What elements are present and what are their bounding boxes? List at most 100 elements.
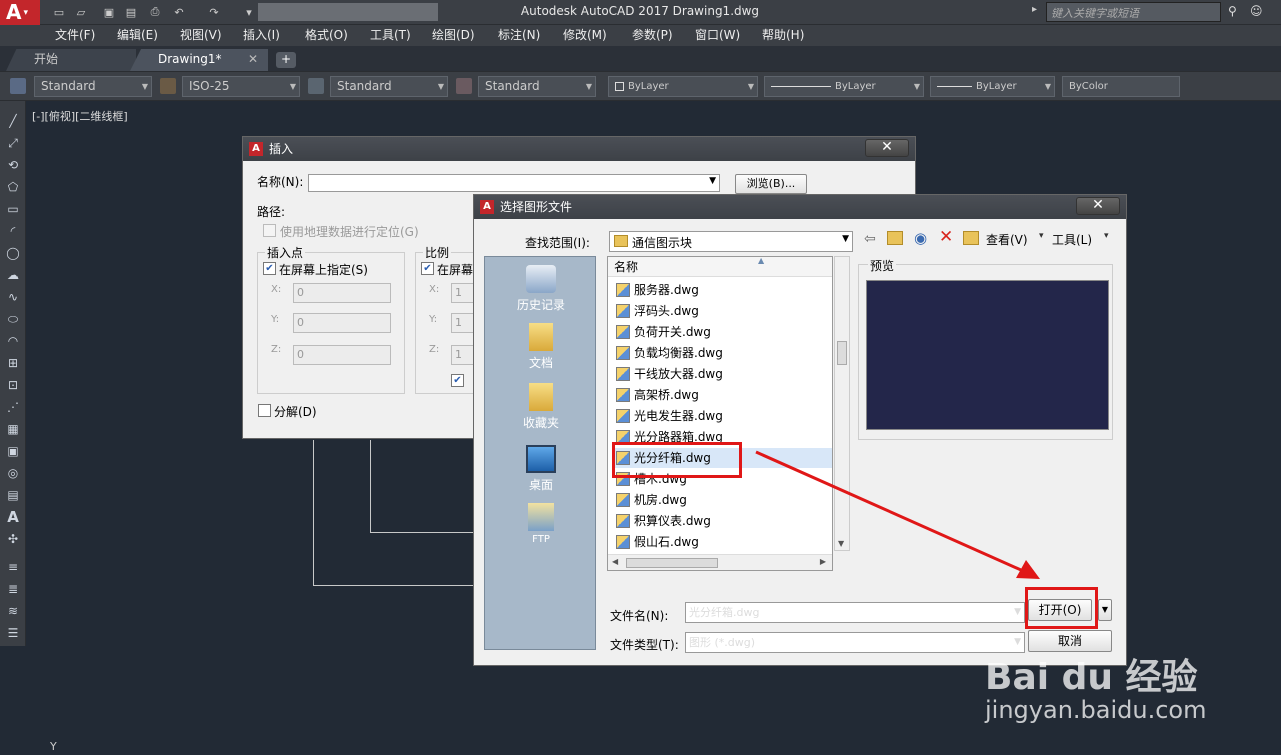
search-expand-icon[interactable]: ▸ bbox=[1032, 4, 1037, 15]
place-ftp[interactable]: FTP bbox=[485, 503, 597, 545]
user-icon[interactable]: ☺ bbox=[1250, 4, 1263, 18]
place-favorites[interactable]: 收藏夹 bbox=[485, 383, 597, 431]
viewport-controls[interactable]: [-][俯视][二维线框] bbox=[32, 108, 128, 124]
menu-parametric[interactable]: 参数(P) bbox=[632, 26, 673, 44]
print-icon[interactable]: ⎙ bbox=[146, 3, 164, 21]
menu-tools[interactable]: 工具(T) bbox=[370, 26, 411, 44]
scroll-thumb[interactable] bbox=[837, 341, 847, 365]
dim-style-dropdown[interactable]: ISO-25 ▼ bbox=[182, 76, 300, 97]
uniform-scale-checkbox[interactable]: ✔ bbox=[451, 374, 464, 387]
tab-drawing1[interactable]: Drawing1* ✕ bbox=[130, 49, 268, 71]
lineweight-dropdown[interactable]: ByLayer ▼ bbox=[930, 76, 1055, 97]
customize-dropdown-icon[interactable]: ▾ bbox=[240, 3, 258, 21]
list-item[interactable]: 高架桥.dwg bbox=[614, 385, 832, 405]
region-icon[interactable]: ◎ bbox=[5, 465, 21, 481]
spline-icon[interactable]: ∿ bbox=[5, 289, 21, 305]
table-icon[interactable]: ▤ bbox=[5, 487, 21, 503]
up-folder-icon[interactable] bbox=[887, 231, 903, 245]
polygon-icon[interactable]: ⬠ bbox=[5, 179, 21, 195]
close-tab-icon[interactable]: ✕ bbox=[248, 49, 258, 70]
workspace-selector[interactable] bbox=[258, 3, 438, 21]
list-item[interactable]: 服务器.dwg bbox=[614, 280, 832, 300]
plotstyle-dropdown[interactable]: ByColor bbox=[1062, 76, 1180, 97]
layer-iso-icon[interactable]: ≋ bbox=[5, 603, 21, 619]
menu-modify[interactable]: 修改(M) bbox=[563, 26, 607, 44]
lookin-dropdown[interactable]: 通信图示块 ▼ bbox=[609, 231, 853, 252]
new-file-icon[interactable]: ▭ bbox=[50, 3, 68, 21]
save-icon[interactable]: ▣ bbox=[100, 3, 118, 21]
layer-icon[interactable]: ≡ bbox=[5, 559, 21, 575]
table-style-dropdown[interactable]: Standard ▼ bbox=[330, 76, 448, 97]
layer-match-icon[interactable]: ☰ bbox=[5, 625, 21, 641]
binoculars-icon[interactable]: ⚲ bbox=[1228, 4, 1237, 18]
insertion-z-input[interactable]: 0 bbox=[293, 345, 391, 365]
insertion-x-input[interactable]: 0 bbox=[293, 283, 391, 303]
new-folder-icon[interactable] bbox=[963, 231, 979, 245]
open-folder-icon[interactable]: ▱ bbox=[72, 3, 90, 21]
circle-icon[interactable]: ◯ bbox=[5, 245, 21, 261]
name-column-header[interactable]: 名称 ▲ bbox=[608, 257, 832, 277]
list-item[interactable]: 干线放大器.dwg bbox=[614, 364, 832, 384]
view-menu[interactable]: 查看(V) bbox=[986, 231, 1028, 248]
menu-draw[interactable]: 绘图(D) bbox=[432, 26, 475, 44]
scroll-left-icon[interactable]: ◀ bbox=[612, 557, 618, 566]
color-dropdown[interactable]: ByLayer ▼ bbox=[608, 76, 758, 97]
tools-menu[interactable]: 工具(L) bbox=[1052, 231, 1092, 248]
linetype-dropdown[interactable]: ByLayer ▼ bbox=[764, 76, 924, 97]
search-input[interactable]: 键入关键字或短语 bbox=[1046, 2, 1221, 22]
menu-edit[interactable]: 编辑(E) bbox=[117, 26, 158, 44]
explode-checkbox[interactable] bbox=[258, 404, 271, 417]
text-style-dropdown[interactable]: Standard ▼ bbox=[34, 76, 152, 97]
list-item[interactable]: 负载均衡器.dwg bbox=[614, 343, 832, 363]
hatch-icon[interactable]: ▦ bbox=[5, 421, 21, 437]
list-item[interactable]: 光电发生器.dwg bbox=[614, 406, 832, 426]
scale-y-input[interactable]: 1 bbox=[451, 313, 475, 333]
tab-start[interactable]: 开始 bbox=[6, 49, 136, 71]
browse-button[interactable]: 浏览(B)... bbox=[735, 174, 807, 194]
menu-format[interactable]: 格式(O) bbox=[305, 26, 348, 44]
search-web-icon[interactable]: ◉ bbox=[914, 229, 927, 247]
menu-help[interactable]: 帮助(H) bbox=[762, 26, 804, 44]
delete-icon[interactable]: ✕ bbox=[939, 227, 953, 247]
place-desktop[interactable]: 桌面 bbox=[485, 445, 597, 493]
construction-line-icon[interactable]: ⤢ bbox=[5, 135, 21, 151]
revcloud-icon[interactable]: ☁ bbox=[5, 267, 21, 283]
place-documents[interactable]: 文档 bbox=[485, 323, 597, 371]
mtext-icon[interactable]: A bbox=[5, 509, 21, 525]
text-style-icon[interactable] bbox=[10, 78, 26, 94]
open-options-dropdown[interactable]: ▼ bbox=[1098, 599, 1112, 621]
ellipse-icon[interactable]: ⬭ bbox=[5, 311, 21, 327]
make-block-icon[interactable]: ⊡ bbox=[5, 377, 21, 393]
geo-checkbox[interactable] bbox=[263, 224, 276, 237]
point-icon[interactable]: ⋰ bbox=[5, 399, 21, 415]
menu-insert[interactable]: 插入(I) bbox=[243, 26, 280, 44]
add-selected-icon[interactable]: ✣ bbox=[5, 531, 21, 547]
menu-file[interactable]: 文件(F) bbox=[55, 26, 95, 44]
view-dropdown-icon[interactable]: ▾ bbox=[1039, 231, 1044, 241]
ellipse-arc-icon[interactable]: ◠ bbox=[5, 333, 21, 349]
mleader-style-dropdown[interactable]: Standard ▼ bbox=[478, 76, 596, 97]
menu-window[interactable]: 窗口(W) bbox=[695, 26, 740, 44]
add-tab-button[interactable]: + bbox=[276, 52, 296, 68]
scroll-thumb[interactable] bbox=[626, 558, 718, 568]
undo-icon[interactable]: ↶ bbox=[170, 3, 188, 21]
table-style-icon[interactable] bbox=[308, 78, 324, 94]
rectangle-icon[interactable]: ▭ bbox=[5, 201, 21, 217]
filetype-dropdown[interactable]: 图形 (*.dwg) ▼ bbox=[685, 632, 1025, 653]
menu-view[interactable]: 视图(V) bbox=[180, 26, 222, 44]
line-tool-icon[interactable]: ╱ bbox=[5, 113, 21, 129]
layer-states-icon[interactable]: ≣ bbox=[5, 581, 21, 597]
insertion-onscreen-checkbox[interactable]: ✔ bbox=[263, 262, 276, 275]
insert-block-icon[interactable]: ⊞ bbox=[5, 355, 21, 371]
dim-style-icon[interactable] bbox=[160, 78, 176, 94]
list-item[interactable]: 负荷开关.dwg bbox=[614, 322, 832, 342]
redo-icon[interactable]: ↷ bbox=[205, 3, 223, 21]
menu-dimension[interactable]: 标注(N) bbox=[498, 26, 540, 44]
block-name-input[interactable]: ▼ bbox=[308, 174, 720, 192]
scale-x-input[interactable]: 1 bbox=[451, 283, 475, 303]
arc-icon[interactable]: ◜ bbox=[5, 223, 21, 239]
back-icon[interactable]: ⇦ bbox=[864, 231, 876, 247]
close-button[interactable]: ✕ bbox=[1076, 197, 1120, 215]
filename-input[interactable]: 光分纤箱.dwg ▼ bbox=[685, 602, 1025, 623]
gradient-icon[interactable]: ▣ bbox=[5, 443, 21, 459]
